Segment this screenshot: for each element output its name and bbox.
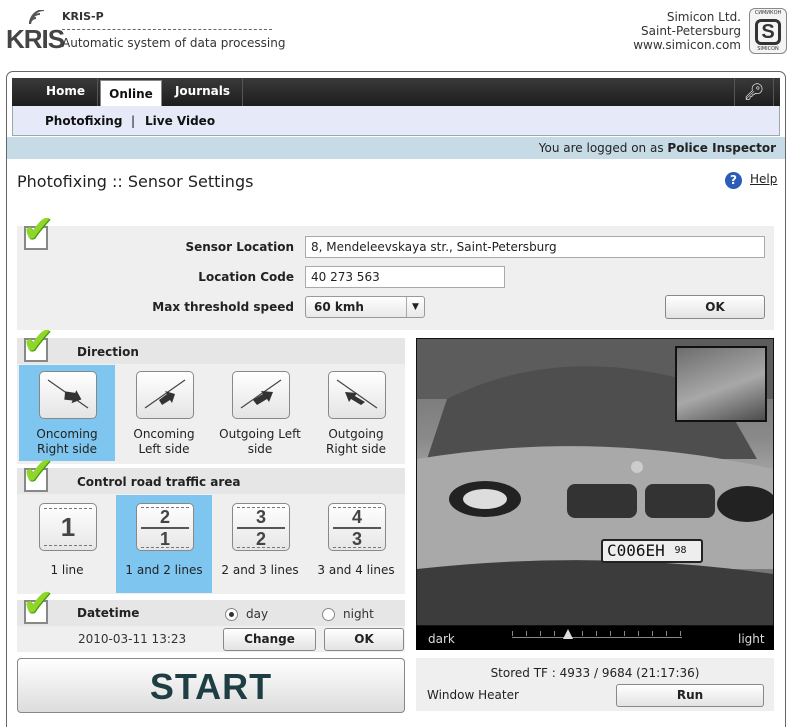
lane-2-3-icon: 3 2 [232,503,290,551]
direction-oncoming-left[interactable]: Oncoming Left side [116,365,212,461]
traffic-lane-1-2[interactable]: 2 1 1 and 2 lines [116,495,212,593]
company-url[interactable]: www.simicon.com [633,38,741,52]
window-heater-run-button[interactable]: Run [616,684,764,707]
help-icon[interactable]: ? [725,172,742,189]
location-code-input[interactable]: 40 273 563 [305,266,505,288]
direction-oncoming-right-icon [39,371,97,419]
sensor-location-input[interactable]: 8, Mendeleevskaya str., Saint-Petersburg [305,236,765,258]
max-speed-value: 60 kmh [314,300,364,314]
login-status-bar: You are logged on as Police Inspector [7,137,785,159]
status-panel: Stored TF : 4933 / 9684 (21:17:36) Windo… [416,658,774,711]
sub-navigation: Photofixing | Live Video [12,106,780,136]
top-navigation: Home Online Journals 🔑︎ [12,78,780,107]
option-label: Right side [326,442,386,456]
subnav-separator: | [131,114,136,128]
logo-caption-top: СИМИКОН [754,10,782,16]
kris-logo: KRIS [4,8,65,54]
option-label: Oncoming [36,427,98,441]
direction-outgoing-left[interactable]: Outgoing Left side [212,365,308,461]
option-label: side [247,442,273,456]
day-label: day [246,607,269,621]
option-label: 1 line [50,563,84,577]
dropdown-arrow-icon: ▼ [406,297,424,317]
camera-image: C006EH 98 [417,339,773,625]
brightness-ticks [512,631,682,636]
sensor-ok-button[interactable]: OK [665,295,765,319]
direction-check-icon: ✔ [22,319,54,363]
subnav-live-video[interactable]: Live Video [145,114,215,128]
max-speed-select[interactable]: 60 kmh ▼ [305,296,425,318]
company-city: Saint-Petersburg [641,24,741,38]
sensor-location-label: Sensor Location [185,240,294,254]
camera-inset [675,346,767,422]
option-label: Outgoing Left [219,427,301,441]
lane-3-4-icon: 4 3 [328,503,386,551]
simicon-s-icon: S [755,19,781,45]
tab-online[interactable]: Online [100,80,162,107]
tab-journals[interactable]: Journals [163,78,243,106]
option-label: Outgoing [328,427,384,441]
license-plate: C006EH 98 [601,539,703,563]
change-datetime-button[interactable]: Change [223,628,316,651]
option-label: 2 and 3 lines [221,563,299,577]
night-label: night [343,607,374,621]
window-heater-label: Window Heater [427,688,519,702]
direction-oncoming-right[interactable]: Oncoming Right side [19,365,115,461]
help-link[interactable]: Help [750,172,777,186]
direction-title: Direction [77,345,139,359]
traffic-lane-3-4[interactable]: 4 3 3 and 4 lines [308,495,404,593]
direction-outgoing-left-icon [232,371,290,419]
plate-region: 98 [674,545,687,556]
brightness-track [512,637,682,638]
lane-1-2-icon: 2 1 [136,503,194,551]
datetime-check-icon: ✔ [22,581,54,625]
logo-caption-bottom: SIMICON [757,46,779,52]
day-radio[interactable] [225,608,238,621]
option-label: 1 and 2 lines [125,563,203,577]
datetime-title: Datetime [77,606,140,620]
option-label: 3 and 4 lines [317,563,395,577]
company-name: Simicon Ltd. [666,10,741,24]
max-speed-label: Max threshold speed [152,300,294,314]
key-icon: 🔑︎ [743,82,765,101]
tab-home[interactable]: Home [34,78,98,106]
traffic-check-icon: ✔ [22,449,54,493]
direction-header [17,338,405,364]
location-code-label: Location Code [198,270,294,284]
divider [62,29,272,30]
dark-label: dark [428,632,455,646]
light-label: light [738,632,765,646]
plate-number: C006EH [607,541,665,560]
night-radio[interactable] [322,608,335,621]
datetime-value: 2010-03-11 13:23 [78,632,187,646]
traffic-lane-2-3[interactable]: 3 2 2 and 3 lines [212,495,308,593]
login-prefix: You are logged on as [538,141,664,155]
sensor-check-icon: ✔ [22,207,54,251]
brightness-bar: dark light [416,626,774,650]
option-label: Left side [138,442,190,456]
traffic-lane-1[interactable]: 1 1 line [19,495,115,593]
start-button[interactable]: START [17,658,405,713]
camera-view: C006EH 98 dark light [416,338,774,650]
direction-outgoing-right-icon [328,371,386,419]
company-info: Simicon Ltd. Saint-Petersburg www.simico… [633,10,741,52]
stored-tf-status: Stored TF : 4933 / 9684 (21:17:36) [490,666,700,680]
simicon-logo: СИМИКОН S SIMICON [749,8,787,54]
logo-text: KRIS [6,24,65,54]
product-description: Automatic system of data processing [62,36,286,50]
datetime-ok-button[interactable]: OK [324,628,404,651]
option-label: Oncoming [133,427,195,441]
page-title: Photofixing :: Sensor Settings [17,172,254,191]
brightness-slider-handle[interactable] [563,629,574,639]
subnav-photofixing[interactable]: Photofixing [45,114,122,128]
direction-outgoing-right[interactable]: Outgoing Right side [308,365,404,461]
settings-key-button[interactable]: 🔑︎ [734,78,774,106]
traffic-title: Control road traffic area [77,475,241,489]
login-user: Police Inspector [667,141,776,155]
direction-oncoming-left-icon [136,371,194,419]
product-name: KRIS-P [62,10,104,23]
lane-1-icon: 1 [39,503,97,551]
